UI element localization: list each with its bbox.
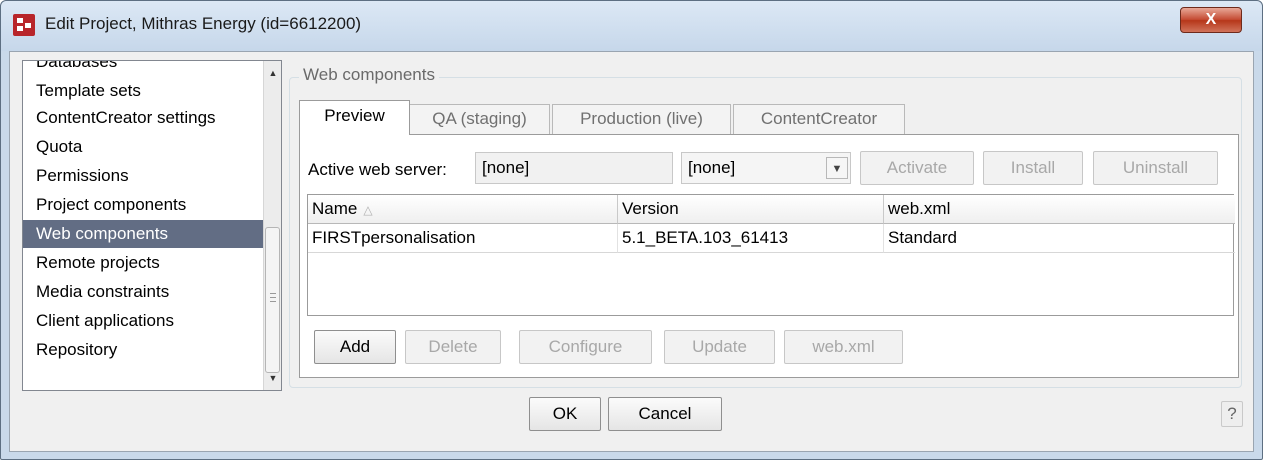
grip-line xyxy=(270,301,276,302)
group-title: Web components xyxy=(299,65,439,85)
column-header-name[interactable]: Name △ xyxy=(308,195,618,224)
sort-ascending-icon: △ xyxy=(363,203,373,217)
install-button[interactable]: Install xyxy=(983,151,1083,185)
table-cell-version[interactable]: 5.1_BETA.103_61413 xyxy=(618,224,884,253)
ok-button[interactable]: OK xyxy=(529,397,601,431)
web-server-select-value: [none] xyxy=(688,158,736,177)
window-title: Edit Project, Mithras Energy (id=6612200… xyxy=(45,14,362,33)
scrollbar-thumb[interactable] xyxy=(265,227,280,373)
firstspirit-logo-icon xyxy=(13,14,35,36)
uninstall-button[interactable]: Uninstall xyxy=(1093,151,1218,185)
cancel-button[interactable]: Cancel xyxy=(608,397,722,431)
scroll-down-icon[interactable]: ▼ xyxy=(265,370,281,386)
grip-line xyxy=(270,293,276,294)
table-cell-name[interactable]: FIRSTpersonalisation xyxy=(308,224,618,253)
active-web-server-label: Active web server: xyxy=(308,160,447,179)
help-icon[interactable]: ? xyxy=(1221,401,1243,427)
tab-qa-staging[interactable]: QA (staging) xyxy=(409,104,550,134)
column-header-webxml[interactable]: web.xml xyxy=(884,195,1235,224)
chevron-down-icon[interactable]: ▼ xyxy=(826,157,848,179)
table-cell-webxml[interactable]: Standard xyxy=(884,224,1235,253)
sidebar-item-media-constraints[interactable]: Media constraints xyxy=(23,278,265,306)
scroll-up-icon[interactable]: ▲ xyxy=(265,65,281,81)
close-button[interactable]: X xyxy=(1180,7,1242,33)
update-button[interactable]: Update xyxy=(664,330,775,364)
category-list[interactable]: Databases Template sets ContentCreator s… xyxy=(22,60,282,391)
sidebar-item-client-applications[interactable]: Client applications xyxy=(23,307,265,335)
dialog-body: Databases Template sets ContentCreator s… xyxy=(9,51,1254,452)
title-bar[interactable]: Edit Project, Mithras Energy (id=6612200… xyxy=(1,1,1262,51)
web-components-table[interactable]: Name △ Version web.xml FIRSTpersonalisati… xyxy=(307,194,1235,316)
tab-production-live[interactable]: Production (live) xyxy=(552,104,731,134)
sidebar-item-project-components[interactable]: Project components xyxy=(23,191,265,219)
tab-contentcreator[interactable]: ContentCreator xyxy=(733,104,905,134)
sidebar-item-databases[interactable]: Databases xyxy=(23,61,265,76)
activate-button[interactable]: Activate xyxy=(860,151,974,185)
sidebar-item-quota[interactable]: Quota xyxy=(23,133,265,161)
sidebar-item-contentcreator-settings[interactable]: ContentCreator settings xyxy=(23,104,265,132)
active-web-server-field[interactable]: [none] xyxy=(475,152,673,184)
configure-button[interactable]: Configure xyxy=(519,330,652,364)
sidebar-item-web-components[interactable]: Web components xyxy=(23,220,265,248)
dialog-window: Edit Project, Mithras Energy (id=6612200… xyxy=(0,0,1263,460)
sidebar-item-permissions[interactable]: Permissions xyxy=(23,162,265,190)
close-icon: X xyxy=(1205,11,1217,28)
tab-panel-preview: Active web server: [none] [none] ▼ Activ… xyxy=(299,134,1239,378)
sidebar-item-template-sets[interactable]: Template sets xyxy=(23,77,265,105)
column-header-version[interactable]: Version xyxy=(618,195,884,224)
sidebar-item-remote-projects[interactable]: Remote projects xyxy=(23,249,265,277)
web-server-select[interactable]: [none] ▼ xyxy=(681,152,851,184)
tab-preview[interactable]: Preview xyxy=(299,100,410,135)
sidebar-item-repository[interactable]: Repository xyxy=(23,336,265,364)
add-button[interactable]: Add xyxy=(314,330,396,364)
vertical-scrollbar[interactable]: ▲ ▼ xyxy=(263,61,281,390)
delete-button[interactable]: Delete xyxy=(405,330,501,364)
grip-line xyxy=(270,297,276,298)
webxml-button[interactable]: web.xml xyxy=(784,330,903,364)
